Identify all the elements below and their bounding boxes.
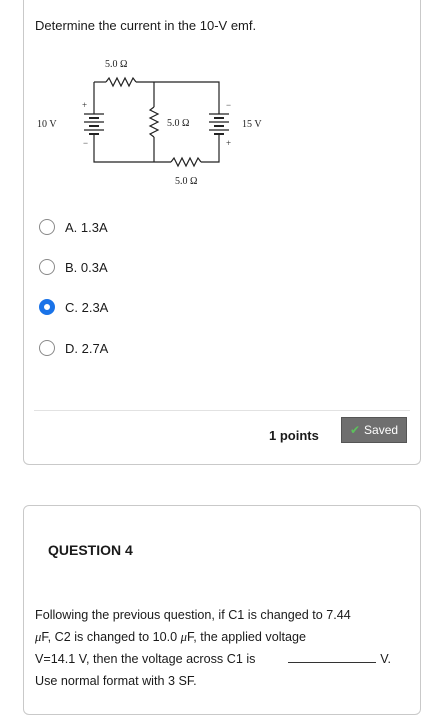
- q4-line-3a: V=14.1 V, then the voltage across C1 is: [35, 652, 256, 666]
- option-d-label: D. 2.7A: [65, 340, 109, 356]
- question-4-text: Following the previous question, if C1 i…: [35, 604, 391, 692]
- battery-left: [84, 113, 104, 135]
- label-r-top: 5.0 Ω: [105, 59, 127, 70]
- label-r-bottom: 5.0 Ω: [175, 176, 197, 187]
- q4-line-3: V=14.1 V, then the voltage across C1 is …: [35, 648, 391, 670]
- divider: [34, 410, 410, 411]
- option-c-label: C. 2.3A: [65, 299, 109, 315]
- resistor-bottom: [170, 156, 202, 168]
- q4-line-4: Use normal format with 3 SF.: [35, 674, 197, 688]
- points-label: 1 points: [269, 428, 319, 443]
- q4-line-2b: F, the applied voltage: [186, 630, 307, 644]
- radio-option-b[interactable]: [39, 259, 55, 275]
- battery-right: [209, 113, 229, 135]
- circuit-diagram: 5.0 Ω 5.0 Ω 5.0 Ω 10 V 15 V + − − +: [37, 59, 262, 187]
- question-4-card: QUESTION 4 Following the previous questi…: [23, 505, 421, 715]
- option-c[interactable]: C. 2.3A: [39, 297, 108, 317]
- q4-line-1: Following the previous question, if C1 i…: [35, 608, 351, 622]
- right-battery-minus: −: [226, 100, 231, 110]
- option-b-label: B. 0.3A: [65, 259, 108, 275]
- label-emf-left: 10 V: [37, 119, 57, 130]
- left-battery-plus: +: [82, 100, 87, 110]
- right-battery-plus: +: [226, 138, 231, 148]
- option-a-label: A. 1.3A: [65, 219, 108, 235]
- resistor-middle: [148, 106, 160, 138]
- question-text: Determine the current in the 10-V emf.: [35, 18, 257, 33]
- resistor-top: [105, 76, 137, 88]
- saved-badge: ✔ Saved: [341, 417, 407, 443]
- q4-line-3b: V.: [380, 652, 391, 666]
- option-b[interactable]: B. 0.3A: [39, 257, 108, 277]
- label-emf-right: 15 V: [242, 119, 262, 130]
- checkmark-icon: ✔: [349, 423, 361, 437]
- option-a[interactable]: A. 1.3A: [39, 217, 108, 237]
- radio-option-a[interactable]: [39, 219, 55, 235]
- left-battery-minus: −: [83, 138, 88, 148]
- q4-line-2a: F, C2 is changed to 10.0: [41, 630, 178, 644]
- q4-line-2: μF, C2 is changed to 10.0 μF, the applie…: [35, 626, 391, 648]
- radio-option-c[interactable]: [39, 299, 55, 315]
- question-3-card: Determine the current in the 10-V emf. 5…: [23, 0, 421, 465]
- saved-label: Saved: [364, 423, 399, 437]
- radio-option-d[interactable]: [39, 340, 55, 356]
- option-d[interactable]: D. 2.7A: [39, 338, 108, 358]
- label-r-middle: 5.0 Ω: [167, 118, 189, 129]
- answer-blank[interactable]: [288, 650, 377, 663]
- question-4-title: QUESTION 4: [48, 542, 133, 558]
